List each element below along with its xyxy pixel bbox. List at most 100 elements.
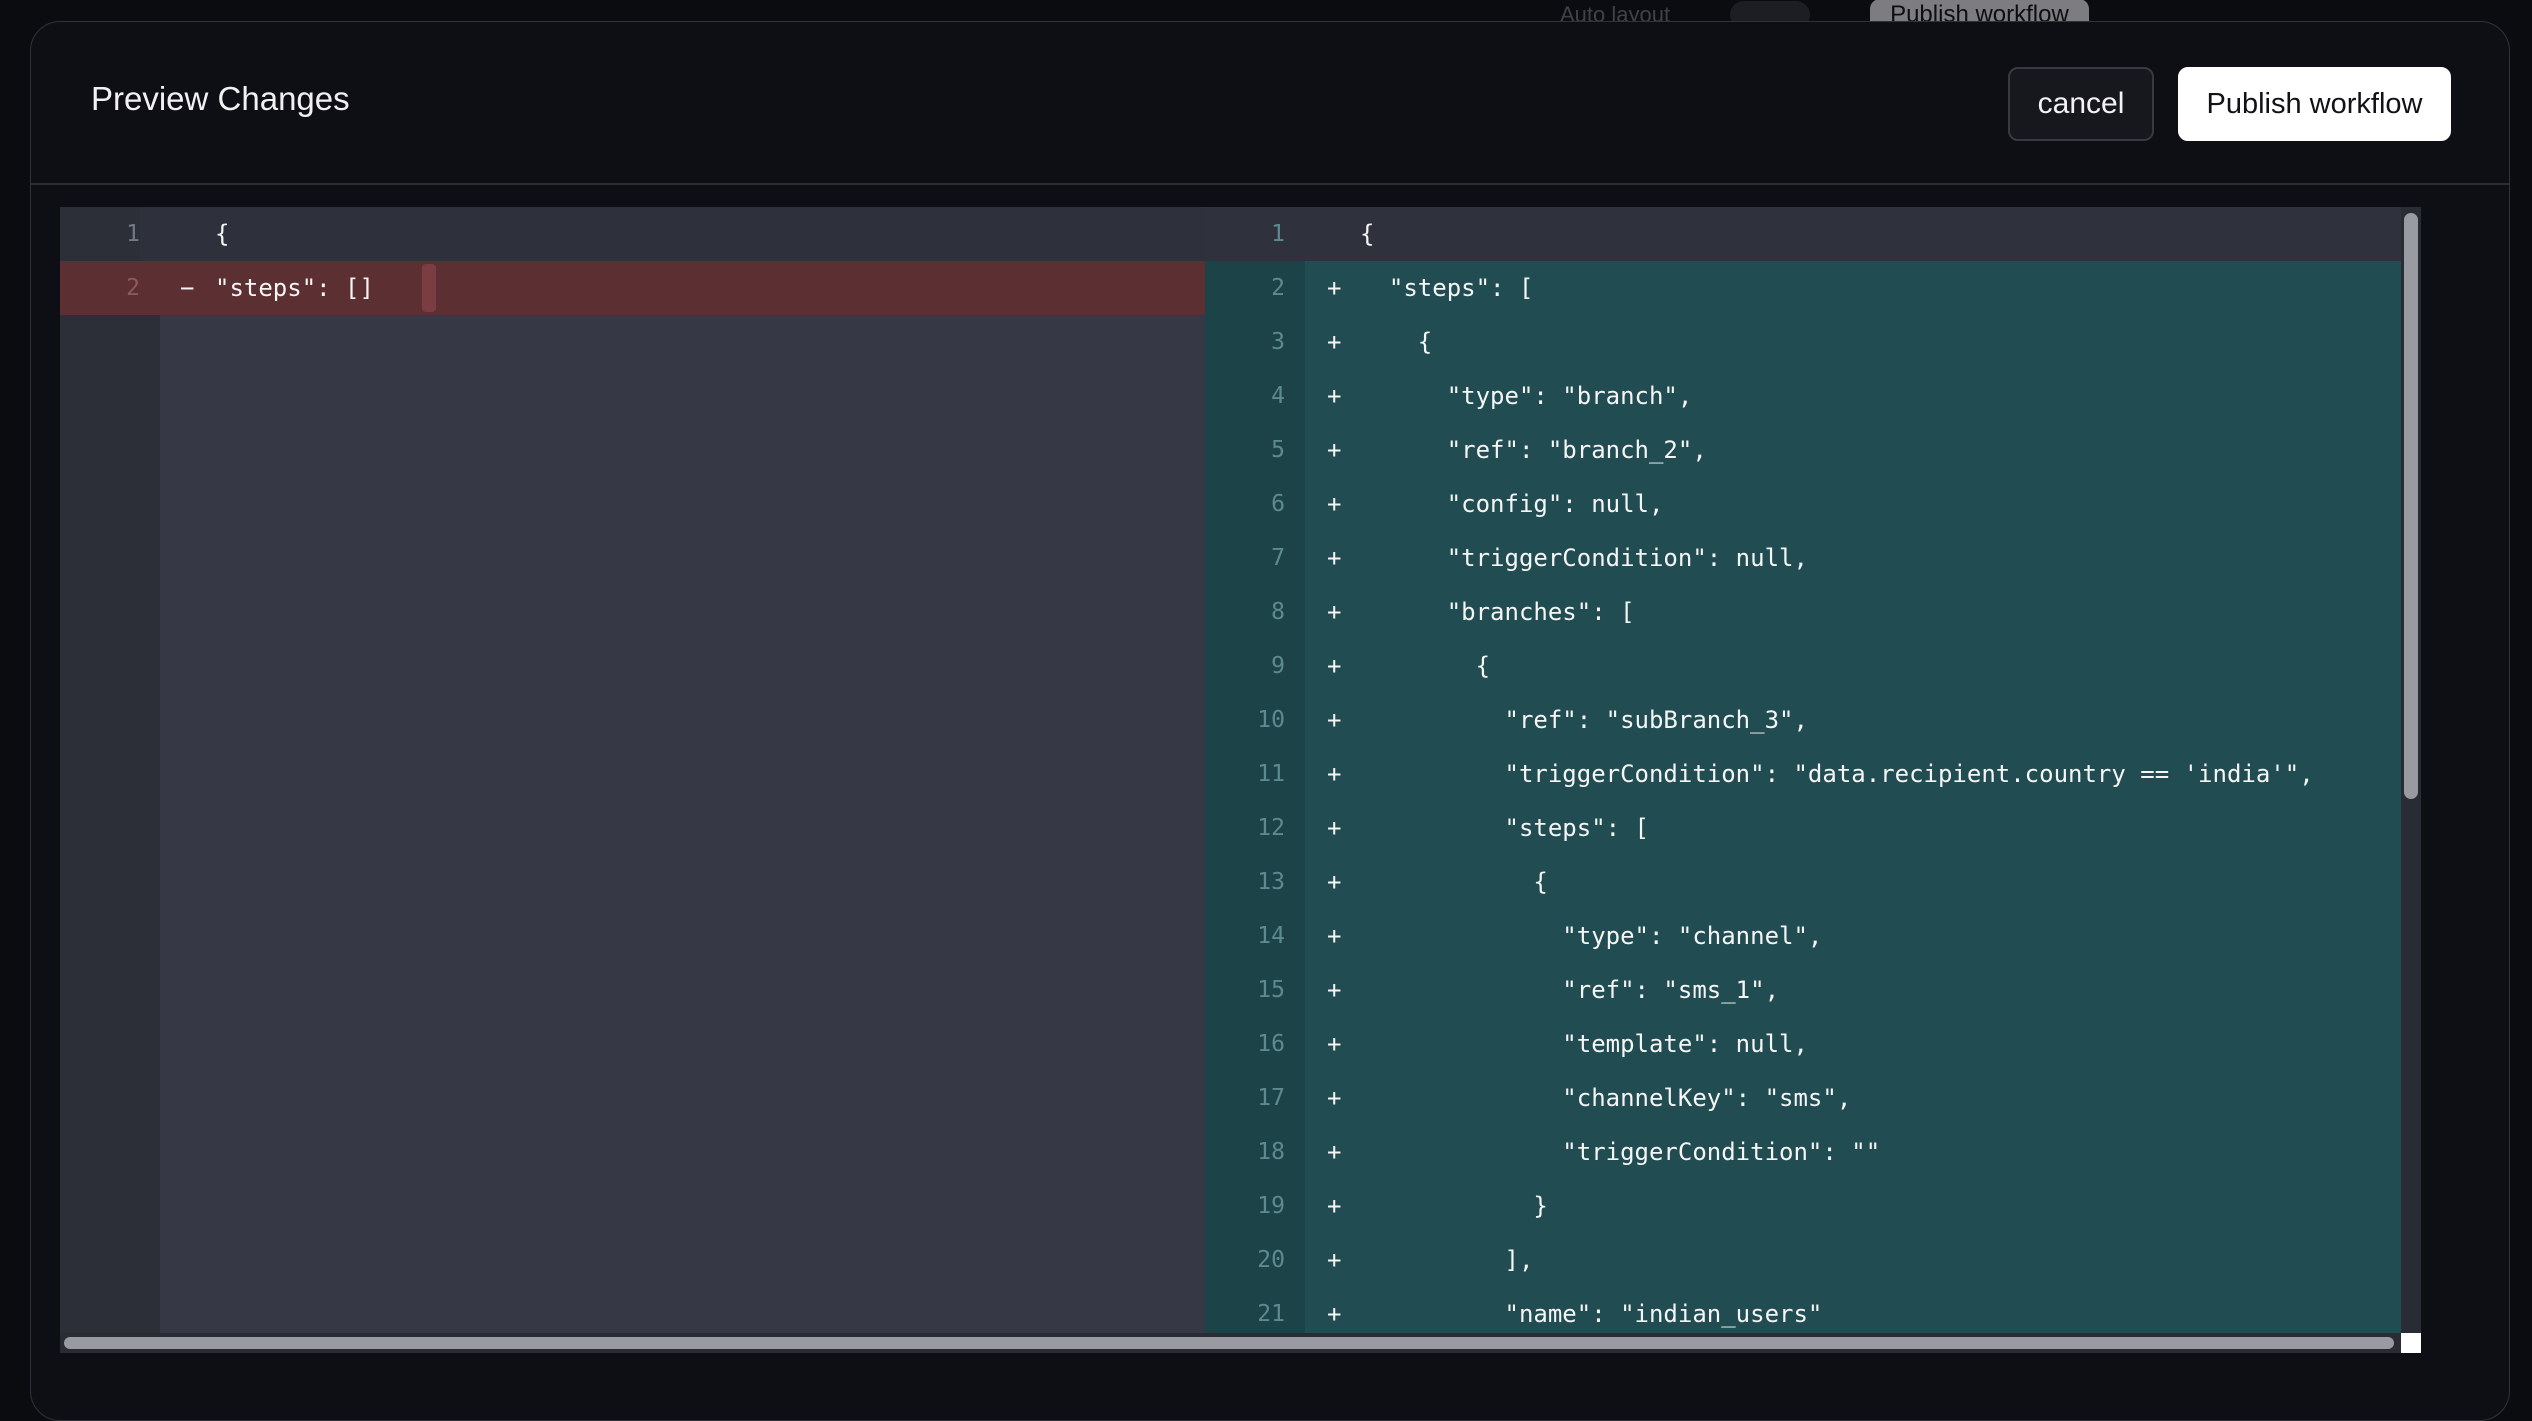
modal-title: Preview Changes <box>91 80 350 117</box>
code-text: "config": null, <box>1360 490 1664 518</box>
added-marker: + <box>1327 490 1342 518</box>
modal-header: Preview Changes cancel Publish workflow <box>31 22 2509 185</box>
diff-line-right: 16 + "template": null, <box>1205 1017 2401 1071</box>
code-text: "steps": [] <box>215 274 374 302</box>
added-marker: + <box>1327 922 1342 950</box>
vertical-scrollbar-thumb[interactable] <box>2404 213 2418 799</box>
diff-line-left: 2 − "steps": [] <box>60 261 1205 315</box>
code-text: "branches": [ <box>1360 598 1635 626</box>
code-text: "triggerCondition": null, <box>1360 544 1808 572</box>
diff-line-right: 4 + "type": "branch", <box>1205 369 2401 423</box>
diff-viewer: 1{2− "steps": [] 1{2 + "steps": [3 + {4 + "t… <box>60 207 2421 1353</box>
vertical-scrollbar[interactable] <box>2401 207 2421 1353</box>
code-text: "steps": [ <box>1360 814 1649 842</box>
added-marker: + <box>1327 598 1342 626</box>
added-marker: + <box>1327 868 1342 896</box>
diff-line-right: 14 + "type": "channel", <box>1205 909 2401 963</box>
diff-line-right: 9 + { <box>1205 639 2401 693</box>
line-number: 15 <box>1257 977 1285 1003</box>
diff-line-right: 15 + "ref": "sms_1", <box>1205 963 2401 1017</box>
cancel-button[interactable]: cancel <box>2008 67 2154 141</box>
added-marker: + <box>1327 544 1342 572</box>
added-marker: + <box>1327 274 1342 302</box>
diff-line-right: 13 + { <box>1205 855 2401 909</box>
diff-right-pane: 1{2 + "steps": [3 + {4 + "type": "branch", 5… <box>1205 207 2401 1353</box>
line-number: 7 <box>1271 545 1285 571</box>
line-number: 6 <box>1271 491 1285 517</box>
added-marker: + <box>1327 652 1342 680</box>
line-number: 19 <box>1257 1193 1285 1219</box>
text-cursor <box>422 264 436 312</box>
line-number: 3 <box>1271 329 1285 355</box>
added-marker: + <box>1327 328 1342 356</box>
line-number: 14 <box>1257 923 1285 949</box>
diff-line-right: 3 + { <box>1205 315 2401 369</box>
line-number: 4 <box>1271 383 1285 409</box>
code-text: { <box>1360 328 1433 356</box>
code-text: "ref": "branch_2", <box>1360 436 1707 464</box>
added-marker: + <box>1327 760 1342 788</box>
diff-line-right: 19 + } <box>1205 1179 2401 1233</box>
code-text: "template": null, <box>1360 1030 1808 1058</box>
line-number: 8 <box>1271 599 1285 625</box>
line-number: 10 <box>1257 707 1285 733</box>
line-number: 17 <box>1257 1085 1285 1111</box>
diff-line-right: 7 + "triggerCondition": null, <box>1205 531 2401 585</box>
code-text: { <box>1360 868 1548 896</box>
line-number: 2 <box>1271 275 1285 301</box>
line-number: 20 <box>1257 1247 1285 1273</box>
line-number: 16 <box>1257 1031 1285 1057</box>
diff-line-right: 20 + ], <box>1205 1233 2401 1287</box>
diff-line-right: 10 + "ref": "subBranch_3", <box>1205 693 2401 747</box>
added-marker: + <box>1327 814 1342 842</box>
added-marker: + <box>1327 976 1342 1004</box>
line-number: 1 <box>1271 221 1285 247</box>
publish-workflow-button[interactable]: Publish workflow <box>2178 67 2451 141</box>
diff-line-right: 8 + "branches": [ <box>1205 585 2401 639</box>
code-text: "channelKey": "sms", <box>1360 1084 1852 1112</box>
added-marker: + <box>1327 382 1342 410</box>
added-marker: + <box>1327 1246 1342 1274</box>
line-number: 1 <box>60 207 140 261</box>
line-number-gutter <box>60 207 160 1353</box>
horizontal-scrollbar-thumb[interactable] <box>64 1337 2394 1349</box>
added-marker: + <box>1327 706 1342 734</box>
line-number: 2 <box>60 261 140 315</box>
code-text: "triggerCondition": "data.recipient.coun… <box>1360 760 2314 788</box>
diff-line-right: 6 + "config": null, <box>1205 477 2401 531</box>
diff-line-right: 18 + "triggerCondition": "" <box>1205 1125 2401 1179</box>
code-text: "ref": "subBranch_3", <box>1360 706 1808 734</box>
code-text: } <box>1360 1192 1548 1220</box>
added-marker: + <box>1327 1084 1342 1112</box>
diff-line-right: 1{ <box>1205 207 2401 261</box>
line-number: 9 <box>1271 653 1285 679</box>
added-marker: + <box>1327 1192 1342 1220</box>
added-marker: + <box>1327 1138 1342 1166</box>
line-number: 5 <box>1271 437 1285 463</box>
code-text: ], <box>1360 1246 1534 1274</box>
horizontal-scrollbar[interactable] <box>60 1333 2401 1353</box>
diff-line-right: 17 + "channelKey": "sms", <box>1205 1071 2401 1125</box>
added-marker: + <box>1327 436 1342 464</box>
line-number: 18 <box>1257 1139 1285 1165</box>
diff-line-right: 11 + "triggerCondition": "data.recipient.… <box>1205 747 2401 801</box>
code-text: { <box>1360 220 1375 248</box>
code-text: { <box>215 220 230 248</box>
diff-line-left: 1{ <box>60 207 1205 261</box>
code-text: "triggerCondition": "" <box>1360 1138 1881 1166</box>
code-text: "type": "channel", <box>1360 922 1823 950</box>
diff-line-right: 2 + "steps": [ <box>1205 261 2401 315</box>
code-text: "ref": "sms_1", <box>1360 976 1780 1004</box>
code-text: { <box>1360 652 1491 680</box>
line-number: 13 <box>1257 869 1285 895</box>
line-number: 12 <box>1257 815 1285 841</box>
diff-line-right: 12 + "steps": [ <box>1205 801 2401 855</box>
added-marker: + <box>1327 1030 1342 1058</box>
line-number: 11 <box>1257 761 1285 787</box>
diff-line-right: 5 + "ref": "branch_2", <box>1205 423 2401 477</box>
diff-left-pane: 1{2− "steps": [] <box>60 207 1205 1353</box>
code-text: "steps": [ <box>1360 274 1534 302</box>
code-text: "type": "branch", <box>1360 382 1693 410</box>
removed-marker: − <box>180 274 195 302</box>
scrollbar-corner <box>2401 1333 2421 1353</box>
